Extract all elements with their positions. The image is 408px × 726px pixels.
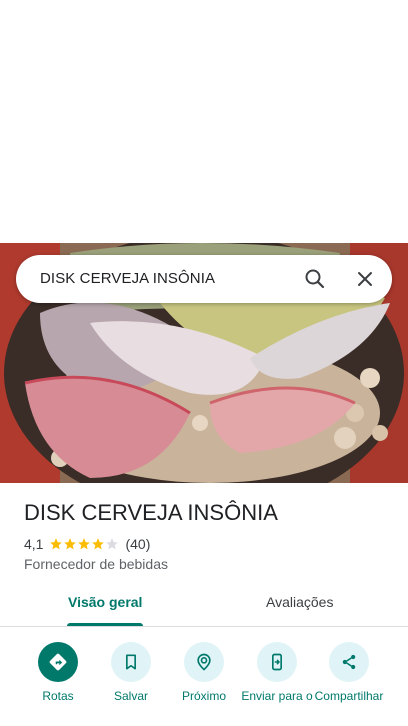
share-button[interactable]: Compartilhar [311, 642, 387, 703]
star-icon [78, 538, 91, 550]
review-count: (40) [125, 536, 151, 552]
send-to-phone-icon[interactable] [257, 642, 297, 682]
send-to-phone-button[interactable]: Enviar para o [239, 642, 315, 703]
close-icon[interactable] [350, 264, 380, 294]
save-label: Salvar [113, 689, 148, 703]
star-icon [92, 538, 105, 550]
nearby-icon[interactable] [184, 642, 224, 682]
map-blank-area [0, 0, 408, 243]
search-icon[interactable] [300, 264, 330, 294]
star-empty-icon [106, 538, 119, 550]
rating-stars [49, 537, 119, 551]
search-bar[interactable]: DISK CERVEJA INSÔNIA [16, 255, 392, 303]
tab-reviews[interactable]: Avaliações [266, 594, 333, 610]
place-title: DISK CERVEJA INSÔNIA [24, 500, 278, 525]
directions-icon[interactable] [38, 642, 78, 682]
nearby-button[interactable]: Próximo [166, 642, 242, 703]
share-label: Compartilhar [314, 689, 384, 703]
tabs-divider [0, 626, 408, 627]
share-icon[interactable] [329, 642, 369, 682]
star-icon [50, 538, 63, 550]
search-query-text[interactable]: DISK CERVEJA INSÔNIA [40, 270, 215, 287]
rating-row[interactable]: 4,1 (40) [24, 535, 150, 553]
save-button[interactable]: Salvar [93, 642, 169, 703]
bookmark-icon[interactable] [111, 642, 151, 682]
send-to-phone-label: Enviar para o [241, 689, 313, 703]
directions-label: Rotas [42, 689, 74, 703]
star-icon [64, 538, 77, 550]
directions-button[interactable]: Rotas [20, 642, 96, 703]
nearby-label: Próximo [181, 689, 226, 703]
tab-overview[interactable]: Visão geral [68, 594, 142, 610]
rating-value: 4,1 [24, 536, 44, 552]
place-category: Fornecedor de bebidas [24, 556, 168, 572]
